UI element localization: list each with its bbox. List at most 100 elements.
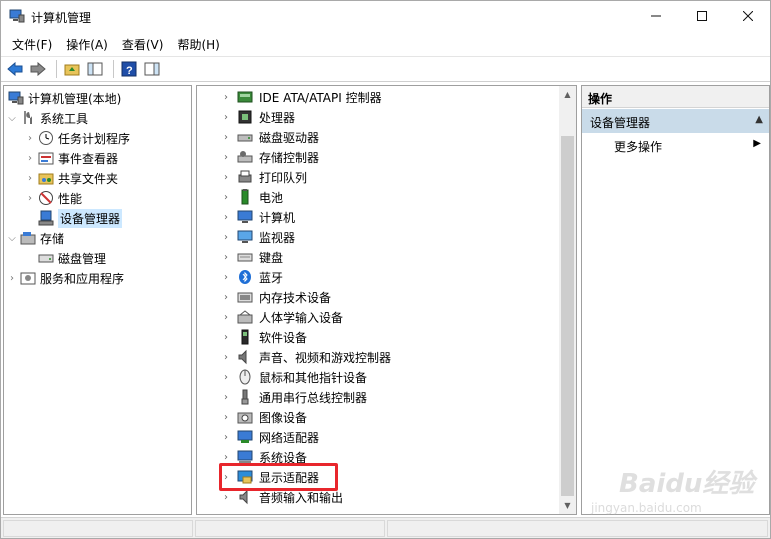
menu-file[interactable]: 文件(F) <box>7 33 57 55</box>
svg-text:?: ? <box>126 65 133 77</box>
tree-item-storage[interactable]: ⌵ 存储 <box>6 228 64 248</box>
chevron-right-icon[interactable]: › <box>24 128 36 148</box>
tree-item-label: 磁盘管理 <box>58 251 107 266</box>
device-category-row[interactable]: › 计算机 <box>197 207 295 227</box>
chevron-down-icon[interactable]: ⌵ <box>6 228 18 248</box>
tree-item-services-apps[interactable]: › 服务和应用程序 <box>6 268 124 288</box>
actions-section-device-manager[interactable]: 设备管理器 ▲ <box>582 109 769 133</box>
device-list-pane: › IDE ATA/ATAPI 控制器 › 处理器 › 磁盘驱动器 › 存储控制器 › 打印队列 ›… <box>196 85 577 515</box>
close-button[interactable] <box>725 1 771 31</box>
device-category-row[interactable]: › 网络适配器 <box>197 427 319 447</box>
chevron-right-icon[interactable]: › <box>219 87 233 107</box>
tree-item-device-manager[interactable]: 设备管理器 <box>24 208 123 228</box>
device-category-row[interactable]: › IDE ATA/ATAPI 控制器 <box>197 87 382 107</box>
chevron-right-icon[interactable]: › <box>219 147 233 167</box>
vertical-scrollbar[interactable]: ▲ ▼ <box>559 86 576 514</box>
tree-item-label: 共享文件夹 <box>58 171 119 186</box>
chevron-right-icon[interactable]: › <box>219 187 233 207</box>
monitor-icon <box>237 229 253 245</box>
menu-view[interactable]: 查看(V) <box>117 33 169 55</box>
tree-item-system-tools[interactable]: ⌵ 系统工具 <box>6 108 88 128</box>
hid-icon <box>237 309 253 325</box>
device-category-row[interactable]: › 键盘 <box>197 247 283 267</box>
device-category-row[interactable]: › 人体学输入设备 <box>197 307 343 327</box>
menu-bar: 文件(F) 操作(A) 查看(V) 帮助(H) <box>1 33 770 55</box>
device-category-row[interactable]: › 监视器 <box>197 227 295 247</box>
chevron-right-icon[interactable]: › <box>219 167 233 187</box>
device-category-label: 网络适配器 <box>259 430 320 445</box>
maximize-button[interactable] <box>679 1 725 31</box>
chevron-right-icon[interactable]: › <box>219 307 233 327</box>
chevron-right-icon[interactable]: › <box>219 347 233 367</box>
show-hide-tree-icon[interactable] <box>85 59 105 79</box>
device-category-row[interactable]: › 软件设备 <box>197 327 307 347</box>
tree-item-label: 任务计划程序 <box>58 131 131 146</box>
device-category-label: 蓝牙 <box>259 270 284 285</box>
chevron-right-icon[interactable]: › <box>219 387 233 407</box>
chevron-right-icon[interactable]: › <box>219 247 233 267</box>
device-category-row[interactable]: › 打印队列 <box>197 167 307 187</box>
menu-help[interactable]: 帮助(H) <box>172 33 224 55</box>
device-category-row[interactable]: › 声音、视频和游戏控制器 <box>197 347 391 367</box>
show-action-pane-icon[interactable] <box>142 59 162 79</box>
device-category-row[interactable]: › 通用串行总线控制器 <box>197 387 367 407</box>
tree-item-label: 计算机管理(本地) <box>28 91 122 106</box>
bluetooth-icon <box>237 269 253 285</box>
minimize-button[interactable] <box>633 1 679 31</box>
tree-item-event-viewer[interactable]: › 事件查看器 <box>24 148 118 168</box>
forward-arrow-icon[interactable] <box>28 59 48 79</box>
device-category-label: 人体学输入设备 <box>259 310 344 325</box>
device-category-label: 电池 <box>259 190 284 205</box>
scroll-up-icon[interactable]: ▲ <box>559 86 576 103</box>
tree-item-label: 存储 <box>40 231 65 246</box>
chevron-right-icon[interactable]: › <box>6 268 18 288</box>
up-folder-icon[interactable] <box>62 59 82 79</box>
actions-pane: 操作 设备管理器 ▲ 更多操作 ▶ <box>581 85 770 515</box>
device-category-label: 通用串行总线控制器 <box>259 390 368 405</box>
scroll-thumb[interactable] <box>561 136 574 496</box>
chevron-right-icon[interactable]: › <box>24 148 36 168</box>
chevron-right-icon[interactable]: › <box>219 327 233 347</box>
storage-controller-icon <box>237 149 253 165</box>
device-category-row[interactable]: › 蓝牙 <box>197 267 283 287</box>
device-category-row[interactable]: › 电池 <box>197 187 283 207</box>
chevron-right-icon[interactable]: › <box>24 168 36 188</box>
chevron-right-icon[interactable]: › <box>219 407 233 427</box>
device-category-row[interactable]: › 存储控制器 <box>197 147 319 167</box>
back-arrow-icon[interactable] <box>5 59 25 79</box>
help-icon[interactable]: ? <box>119 59 139 79</box>
watermark-text: Baidu经验 <box>619 469 755 499</box>
device-category-row[interactable]: › 处理器 <box>197 107 295 127</box>
device-category-row[interactable]: › 鼠标和其他指针设备 <box>197 367 367 387</box>
computer-icon <box>237 209 253 225</box>
event-viewer-icon <box>38 150 54 166</box>
device-category-label: 软件设备 <box>259 330 308 345</box>
tree-item-task-scheduler[interactable]: › 任务计划程序 <box>24 128 130 148</box>
tree-item-root[interactable]: 计算机管理(本地) <box>6 88 121 108</box>
status-cell <box>387 520 768 537</box>
menu-action[interactable]: 操作(A) <box>61 33 113 55</box>
chevron-right-icon[interactable]: › <box>219 207 233 227</box>
device-category-row[interactable]: › 内存技术设备 <box>197 287 331 307</box>
more-actions-link[interactable]: 更多操作 <box>614 138 662 155</box>
chevron-right-icon[interactable]: › <box>219 367 233 387</box>
tree-item-performance[interactable]: › 性能 <box>24 188 82 208</box>
chevron-right-icon[interactable]: › <box>219 107 233 127</box>
tree-item-shared-folders[interactable]: › 共享文件夹 <box>24 168 118 188</box>
collapse-up-icon[interactable]: ▲ <box>755 114 763 125</box>
device-category-label: 音频输入和输出 <box>259 490 344 505</box>
tree-item-disk-management[interactable]: 磁盘管理 <box>24 248 106 268</box>
chevron-right-icon[interactable]: › <box>219 287 233 307</box>
device-category-row[interactable]: › 磁盘驱动器 <box>197 127 319 147</box>
device-category-label: 计算机 <box>259 210 296 225</box>
printer-icon <box>237 169 253 185</box>
chevron-right-icon[interactable]: › <box>219 127 233 147</box>
device-category-row[interactable]: › 图像设备 <box>197 407 307 427</box>
submenu-arrow-icon[interactable]: ▶ <box>753 138 761 149</box>
chevron-right-icon[interactable]: › <box>219 227 233 247</box>
scroll-down-icon[interactable]: ▼ <box>559 497 576 514</box>
chevron-right-icon[interactable]: › <box>219 427 233 447</box>
chevron-right-icon[interactable]: › <box>24 188 36 208</box>
chevron-right-icon[interactable]: › <box>219 267 233 287</box>
chevron-down-icon[interactable]: ⌵ <box>6 108 18 128</box>
